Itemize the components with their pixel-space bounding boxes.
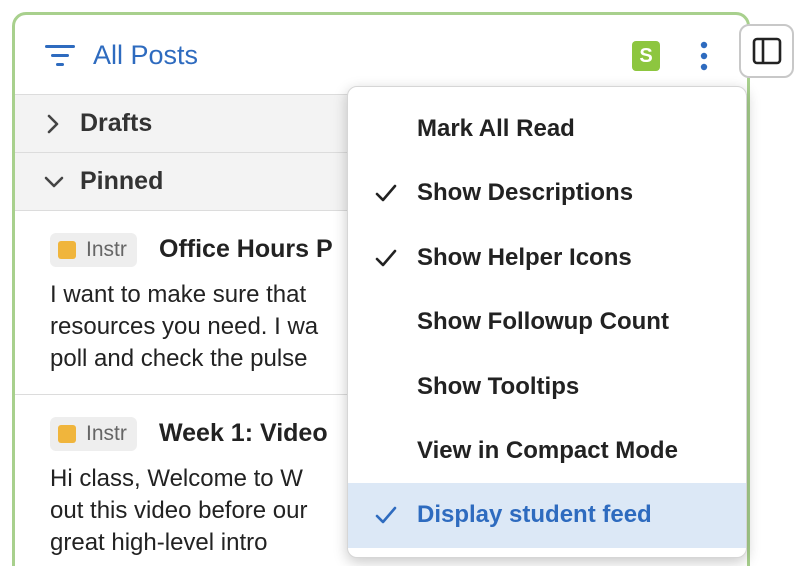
menu-item-label: Show Followup Count — [417, 308, 669, 336]
kebab-menu-icon[interactable] — [697, 39, 711, 73]
badge-label: Instr — [86, 238, 127, 261]
checkmark-icon — [375, 507, 397, 524]
section-label: Drafts — [80, 109, 153, 137]
post-title: Office Hours P — [159, 235, 333, 263]
sidebar-toggle-button[interactable] — [739, 24, 794, 78]
menu-item-label: Show Helper Icons — [417, 243, 632, 271]
menu-item-show-descriptions[interactable]: Show Descriptions — [348, 161, 746, 225]
instructor-badge: Instr — [50, 417, 137, 451]
menu-item-compact-mode[interactable]: View in Compact Mode — [348, 419, 746, 483]
filter-icon[interactable] — [45, 43, 75, 69]
menu-item-display-student-feed[interactable]: Display student feed — [348, 483, 746, 548]
instructor-color-icon — [58, 241, 76, 259]
checkmark-icon — [375, 249, 397, 267]
chevron-down-icon — [44, 176, 64, 188]
chevron-right-icon — [47, 114, 59, 134]
feed-title[interactable]: All Posts — [93, 40, 198, 71]
menu-item-show-followup-count[interactable]: Show Followup Count — [348, 290, 746, 354]
menu-item-show-helper-icons[interactable]: Show Helper Icons — [348, 226, 746, 290]
instructor-badge: Instr — [50, 233, 137, 267]
menu-item-show-tooltips[interactable]: Show Tooltips — [348, 355, 746, 419]
instructor-color-icon — [58, 425, 76, 443]
post-title: Week 1: Video — [159, 419, 328, 447]
avatar[interactable]: S — [632, 41, 660, 71]
menu-item-label: Show Tooltips — [417, 372, 580, 400]
app-stage: All Posts S Drafts Pinned Instr Office H… — [0, 0, 798, 566]
options-dropdown-menu: Mark All Read Show Descriptions Show Hel… — [347, 86, 747, 558]
menu-item-label: Mark All Read — [417, 115, 575, 142]
menu-item-label: Display student feed — [417, 501, 652, 529]
menu-item-label: View in Compact Mode — [417, 436, 678, 464]
menu-item-label: Show Descriptions — [417, 179, 634, 207]
feed-header: All Posts S — [15, 15, 747, 95]
section-label: Pinned — [80, 167, 164, 195]
badge-label: Instr — [86, 422, 127, 445]
sidebar-toggle-icon — [752, 37, 781, 65]
checkmark-icon — [375, 185, 397, 202]
menu-item-mark-all-read[interactable]: Mark All Read — [348, 97, 746, 161]
